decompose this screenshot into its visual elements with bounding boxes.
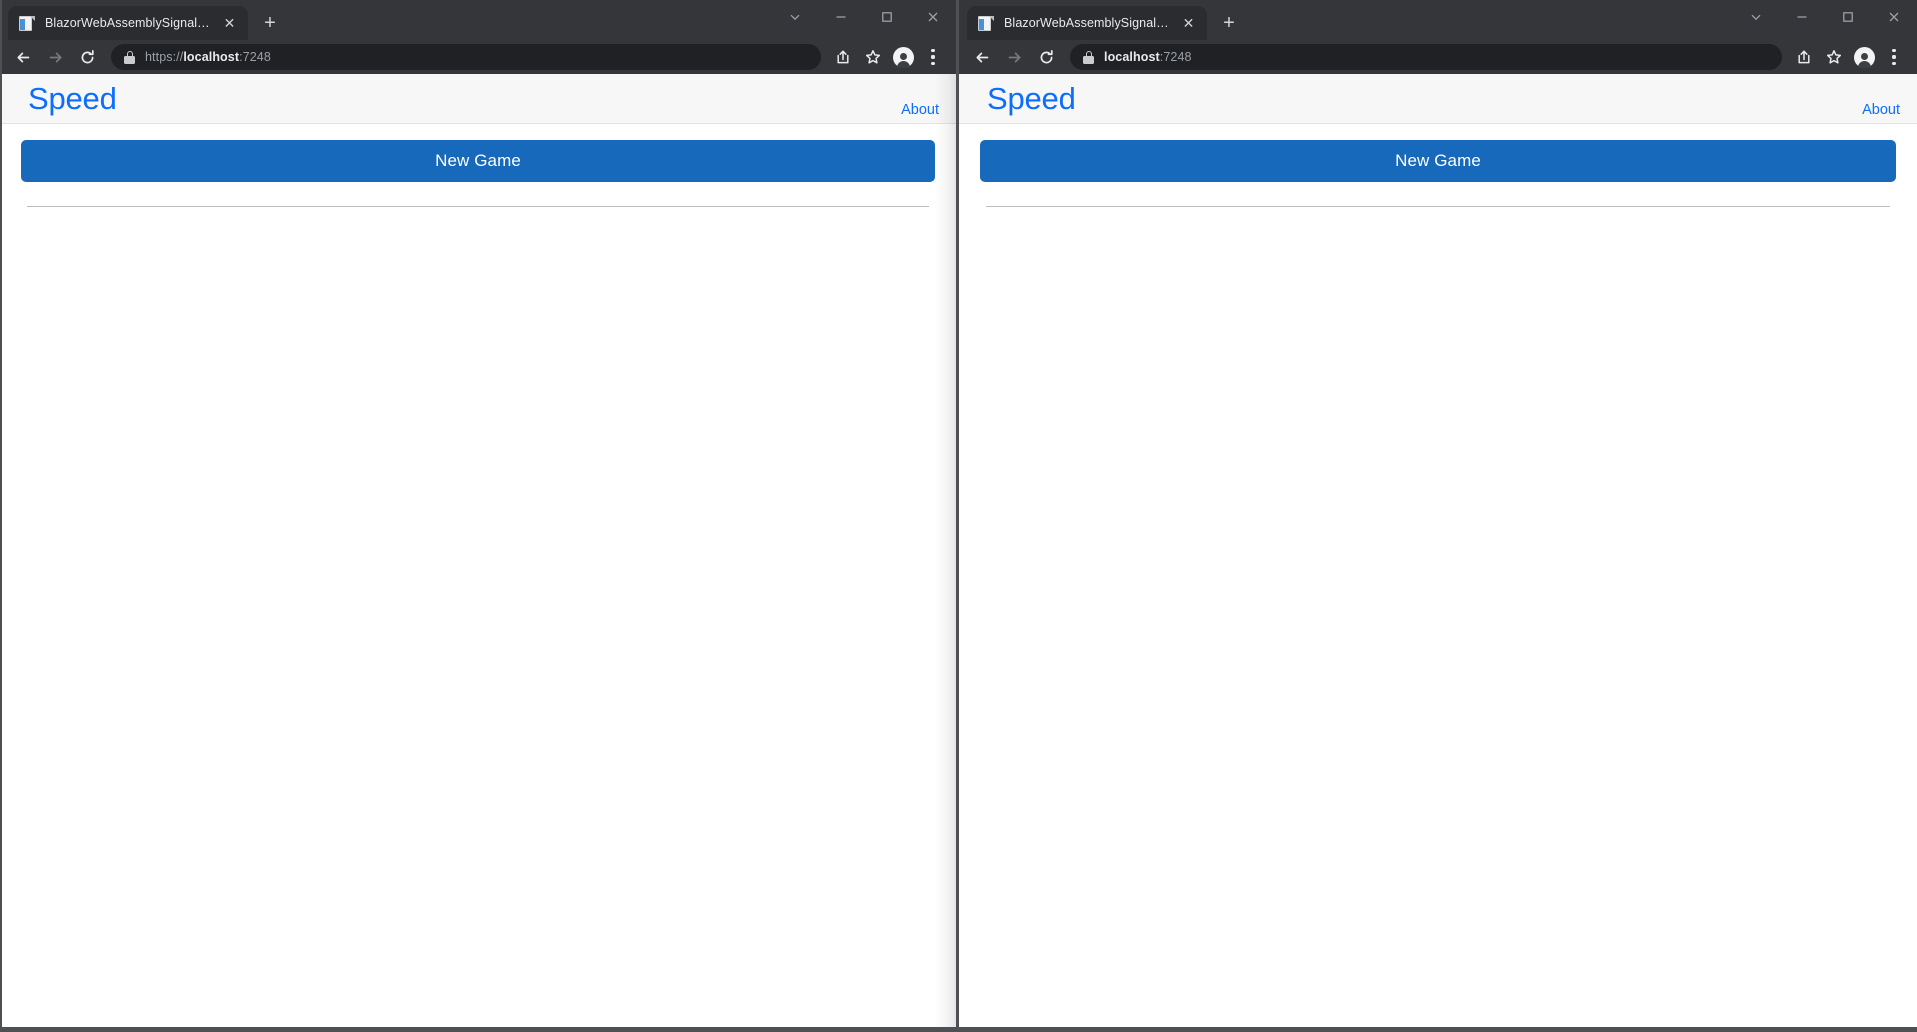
url-text: https://localhost:7248 <box>145 50 271 64</box>
window-controls-right <box>1733 0 1917 34</box>
kebab-menu-icon[interactable] <box>919 43 947 71</box>
tab-title: BlazorWebAssemblySignalRApp <box>45 16 211 30</box>
new-tab-button[interactable]: + <box>1214 8 1244 38</box>
browser-tab-right[interactable]: BlazorWebAssemblySignalRApp ✕ <box>967 6 1207 40</box>
forward-arrow-icon <box>40 42 70 72</box>
star-icon[interactable] <box>1820 43 1848 71</box>
address-bar-left[interactable]: https://localhost:7248 <box>111 44 821 70</box>
new-game-button[interactable]: New Game <box>21 140 935 182</box>
page-title: Speed <box>28 81 117 116</box>
tab-title: BlazorWebAssemblySignalRApp <box>1004 16 1170 30</box>
url-port: :7248 <box>1159 50 1192 64</box>
tab-close-icon[interactable]: ✕ <box>220 14 239 33</box>
maximize-icon[interactable] <box>1825 0 1871 34</box>
document-icon <box>19 15 36 32</box>
browser-window-right: BlazorWebAssemblySignalRApp ✕ + localhos… <box>959 0 1917 1032</box>
page-viewport-right: Speed About New Game <box>959 74 1917 1032</box>
url-scheme: https:// <box>145 50 184 64</box>
back-arrow-icon[interactable] <box>8 42 38 72</box>
page-content-left: New Game <box>0 124 956 1032</box>
avatar-icon[interactable] <box>1850 43 1878 71</box>
reload-icon[interactable] <box>1031 42 1061 72</box>
about-link[interactable]: About <box>1862 102 1900 123</box>
tab-search-chevron-down-icon[interactable] <box>1733 0 1779 34</box>
url-host: localhost <box>1104 50 1160 64</box>
maximize-icon[interactable] <box>864 0 910 34</box>
tab-strip-left: BlazorWebAssemblySignalRApp ✕ + <box>0 0 956 40</box>
content-divider <box>27 206 929 207</box>
kebab-menu-icon[interactable] <box>1880 43 1908 71</box>
address-bar-right[interactable]: localhost:7248 <box>1070 44 1782 70</box>
page-viewport-left: Speed About New Game <box>0 74 956 1032</box>
new-game-button[interactable]: New Game <box>980 140 1896 182</box>
minimize-icon[interactable] <box>1779 0 1825 34</box>
lock-icon <box>1083 50 1094 64</box>
minimize-icon[interactable] <box>818 0 864 34</box>
browser-window-left: BlazorWebAssemblySignalRApp ✕ + https://… <box>0 0 959 1032</box>
new-tab-button[interactable]: + <box>255 8 285 38</box>
document-icon <box>978 15 995 32</box>
tab-strip-right: BlazorWebAssemblySignalRApp ✕ + <box>959 0 1917 40</box>
content-divider <box>986 206 1890 207</box>
tab-search-chevron-down-icon[interactable] <box>772 0 818 34</box>
about-link[interactable]: About <box>901 102 939 123</box>
page-title: Speed <box>987 81 1076 116</box>
browser-toolbar-left: https://localhost:7248 <box>0 40 956 74</box>
url-port: :7248 <box>239 50 271 64</box>
window-controls-left <box>772 0 956 34</box>
url-host: localhost <box>183 50 240 64</box>
reload-icon[interactable] <box>72 42 102 72</box>
desktop: BlazorWebAssemblySignalRApp ✕ + https://… <box>0 0 1917 1032</box>
browser-tab-left[interactable]: BlazorWebAssemblySignalRApp ✕ <box>8 6 248 40</box>
url-text: localhost:7248 <box>1104 50 1192 64</box>
share-icon[interactable] <box>829 43 857 71</box>
app-header-left: Speed About <box>0 74 956 124</box>
lock-icon <box>124 50 135 64</box>
tab-close-icon[interactable]: ✕ <box>1179 14 1198 33</box>
browser-toolbar-right: localhost:7248 <box>959 40 1917 74</box>
page-content-right: New Game <box>959 124 1917 1032</box>
star-icon[interactable] <box>859 43 887 71</box>
avatar-icon[interactable] <box>889 43 917 71</box>
share-icon[interactable] <box>1790 43 1818 71</box>
app-header-right: Speed About <box>959 74 1917 124</box>
back-arrow-icon[interactable] <box>967 42 997 72</box>
close-icon[interactable] <box>910 0 956 34</box>
close-icon[interactable] <box>1871 0 1917 34</box>
forward-arrow-icon <box>999 42 1029 72</box>
